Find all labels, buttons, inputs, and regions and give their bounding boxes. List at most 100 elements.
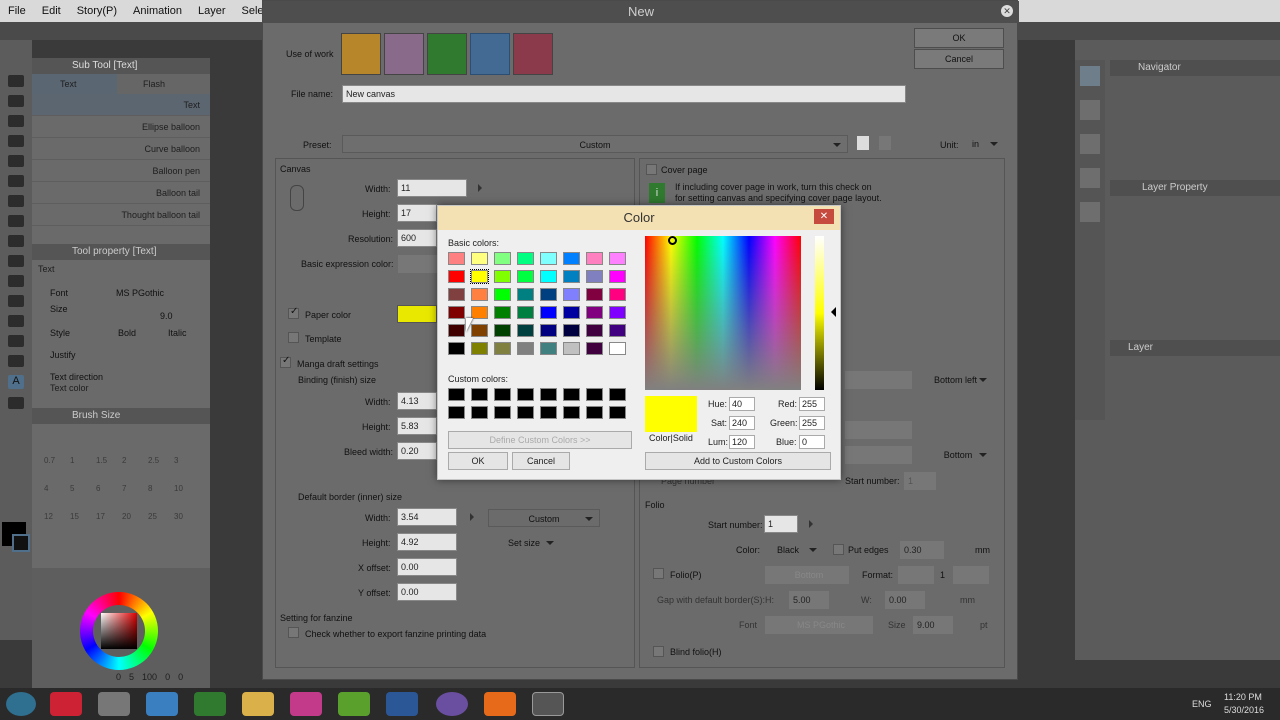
basic-expression-color-select[interactable] bbox=[398, 255, 438, 273]
custom-color-swatch[interactable] bbox=[586, 388, 603, 401]
put-edges-checkbox[interactable] bbox=[833, 544, 844, 555]
sat-input[interactable]: 240 bbox=[729, 416, 755, 430]
basic-color-swatch[interactable] bbox=[540, 324, 557, 337]
basic-color-swatch[interactable] bbox=[609, 324, 626, 337]
brush-size-option[interactable]: 25 bbox=[148, 512, 157, 521]
basic-color-swatch[interactable] bbox=[609, 270, 626, 283]
folio-size-input[interactable]: 9.00 bbox=[913, 616, 953, 634]
pencil-tool-icon[interactable] bbox=[8, 195, 24, 207]
word-icon[interactable] bbox=[386, 692, 418, 716]
brush-size-option[interactable]: 10 bbox=[174, 484, 183, 493]
second-white-field[interactable] bbox=[845, 421, 912, 439]
hue-input[interactable]: 40 bbox=[729, 397, 755, 411]
color-cancel-button[interactable]: Cancel bbox=[512, 452, 570, 470]
basic-color-swatch[interactable] bbox=[586, 306, 603, 319]
basic-color-swatch[interactable] bbox=[540, 270, 557, 283]
custom-color-swatch[interactable] bbox=[494, 406, 511, 419]
basic-color-swatch[interactable] bbox=[471, 342, 488, 355]
figure-tool-icon[interactable] bbox=[8, 315, 24, 327]
menu-layer[interactable]: Layer bbox=[190, 5, 234, 17]
rotate-canvas-icon[interactable] bbox=[290, 185, 304, 211]
frame-tool-icon[interactable] bbox=[8, 335, 24, 347]
font-value[interactable]: MS PGothic bbox=[116, 288, 164, 298]
chrome-icon[interactable] bbox=[50, 692, 82, 716]
close-icon[interactable]: ✕ bbox=[814, 209, 834, 224]
width-input[interactable]: 11 bbox=[397, 179, 467, 197]
basic-color-swatch[interactable] bbox=[586, 342, 603, 355]
basic-color-swatch[interactable] bbox=[609, 342, 626, 355]
size-value[interactable]: 9.0 bbox=[160, 311, 173, 321]
custom-color-swatch[interactable] bbox=[563, 388, 580, 401]
manga-draft-checkbox[interactable]: ✓ bbox=[280, 355, 291, 368]
airbrush-tool-icon[interactable] bbox=[8, 235, 24, 247]
luminance-arrow[interactable] bbox=[826, 307, 836, 317]
eyedropper-tool-icon[interactable] bbox=[8, 155, 24, 167]
basic-color-swatch[interactable] bbox=[470, 269, 489, 284]
red-input[interactable]: 255 bbox=[799, 397, 825, 411]
height-input[interactable]: 17 bbox=[397, 204, 437, 222]
hand-tool-icon[interactable] bbox=[8, 95, 24, 107]
basic-color-swatch[interactable] bbox=[563, 324, 580, 337]
basic-color-swatch[interactable] bbox=[494, 288, 511, 301]
basic-color-swatch[interactable] bbox=[563, 252, 580, 265]
app-icon-circle[interactable] bbox=[436, 692, 468, 716]
zoom-tool-icon[interactable] bbox=[8, 75, 24, 87]
custom-color-swatch[interactable] bbox=[563, 406, 580, 419]
border-custom-select[interactable]: Custom bbox=[488, 509, 600, 527]
custom-color-swatch[interactable] bbox=[586, 406, 603, 419]
itunes-icon[interactable] bbox=[290, 692, 322, 716]
panel-icon-navigator[interactable] bbox=[1080, 66, 1100, 86]
all-comic-settings-icon[interactable] bbox=[470, 33, 510, 75]
brush-size-option[interactable]: 15 bbox=[70, 512, 79, 521]
select-tool-icon[interactable] bbox=[8, 135, 24, 147]
sub-color-swatch[interactable] bbox=[12, 534, 30, 552]
tab-flash[interactable]: Flash bbox=[117, 74, 202, 94]
brush-size-option[interactable]: 1.5 bbox=[96, 456, 107, 465]
gap-h-input[interactable]: 5.00 bbox=[789, 591, 829, 609]
brush-tool-icon[interactable] bbox=[8, 215, 24, 227]
lum-input[interactable]: 120 bbox=[729, 435, 755, 449]
brush-size-option[interactable]: 3 bbox=[174, 456, 178, 465]
custom-color-swatch[interactable] bbox=[609, 406, 626, 419]
brush-size-grid[interactable]: 0.7 1 1.5 2 2.5 3 4 5 6 7 8 10 12 15 17 20 25 30 bbox=[32, 424, 210, 524]
custom-color-swatch[interactable] bbox=[471, 388, 488, 401]
clock-time[interactable]: 11:20 PM bbox=[1224, 692, 1262, 702]
app-icon-remote[interactable] bbox=[146, 692, 178, 716]
border-width-increment-arrow[interactable] bbox=[470, 513, 478, 521]
menu-story[interactable]: Story(P) bbox=[69, 5, 125, 17]
border-width-input[interactable]: 3.54 bbox=[397, 508, 457, 526]
add-to-custom-colors-button[interactable]: Add to Custom Colors bbox=[645, 452, 831, 470]
basic-color-swatch[interactable] bbox=[563, 288, 580, 301]
register-preset-icon[interactable] bbox=[857, 136, 869, 150]
brush-size-option[interactable]: 20 bbox=[122, 512, 131, 521]
brush-size-option[interactable]: 1 bbox=[70, 456, 74, 465]
app-icon-mu[interactable] bbox=[98, 692, 130, 716]
basic-color-swatch[interactable] bbox=[540, 288, 557, 301]
basic-color-swatch[interactable] bbox=[448, 324, 465, 337]
unit-select[interactable]: in bbox=[968, 135, 1004, 153]
panel-icon-subview[interactable] bbox=[1080, 100, 1100, 120]
gap-w-input[interactable]: 0.00 bbox=[885, 591, 925, 609]
hue-saturation-spectrum[interactable] bbox=[645, 236, 801, 390]
basic-color-swatch[interactable] bbox=[494, 324, 511, 337]
bold-toggle[interactable]: Bold bbox=[118, 328, 136, 338]
pen-tool-icon[interactable] bbox=[8, 175, 24, 187]
y-offset-input[interactable]: 0.00 bbox=[397, 583, 457, 601]
width-increment-arrow[interactable] bbox=[478, 184, 486, 192]
book-icon[interactable] bbox=[427, 33, 467, 75]
brush-size-option[interactable]: 7 bbox=[122, 484, 126, 493]
menu-edit[interactable]: Edit bbox=[34, 5, 69, 17]
paper-color-checkbox[interactable]: ✓ bbox=[288, 306, 299, 319]
custom-color-swatch[interactable] bbox=[517, 406, 534, 419]
ruler-tool-icon[interactable] bbox=[8, 355, 24, 367]
custom-color-swatch[interactable] bbox=[494, 388, 511, 401]
clock-date[interactable]: 5/30/2016 bbox=[1224, 705, 1264, 715]
border-height-input[interactable]: 4.92 bbox=[397, 533, 457, 551]
text-tool-icon[interactable]: A bbox=[8, 375, 24, 389]
basic-color-swatch[interactable] bbox=[563, 270, 580, 283]
brush-size-option[interactable]: 4 bbox=[44, 484, 48, 493]
brush-size-option[interactable]: 12 bbox=[44, 512, 53, 521]
app-icon-c[interactable] bbox=[194, 692, 226, 716]
basic-color-swatch[interactable] bbox=[494, 342, 511, 355]
bleed-width-input[interactable]: 0.20 bbox=[397, 442, 437, 460]
